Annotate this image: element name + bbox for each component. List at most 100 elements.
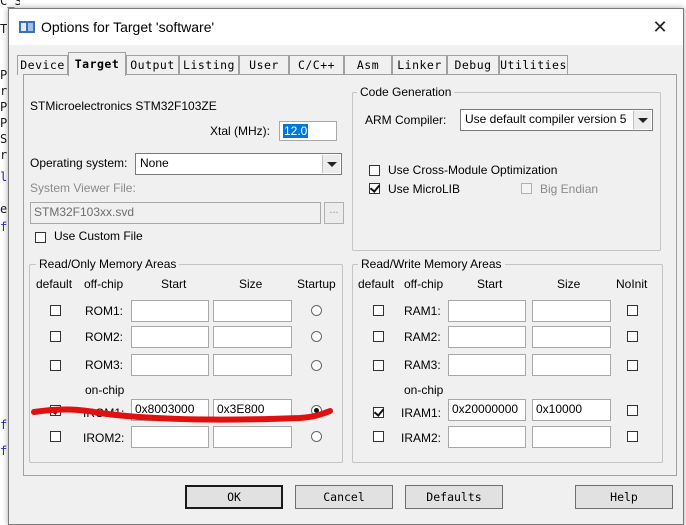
tab-device[interactable]: Device [17,55,68,75]
xtal-input[interactable]: 12.0 [279,121,337,141]
ram1-default-checkbox[interactable] [373,305,384,316]
ram1-size-input[interactable] [532,300,611,322]
ram2-noinit-checkbox[interactable] [627,331,638,342]
rom2-size-input[interactable] [213,326,292,348]
chevron-down-icon [322,155,340,173]
os-select[interactable]: None [135,153,342,175]
irom1-label: IROM1: [83,406,125,420]
rom1-startup-radio[interactable] [311,305,322,316]
rom3-size-input[interactable] [213,354,292,376]
ram-col-start: Start [477,277,503,291]
tab-user[interactable]: User [239,55,289,75]
iram1-default-checkbox[interactable] [373,407,384,418]
code-char: P [0,100,8,114]
defaults-button[interactable]: Defaults [405,485,503,509]
irom2-start-input[interactable] [131,426,209,448]
rom-col-offchip: off-chip [84,277,124,291]
irom1-size-input[interactable]: 0x3E800 [213,399,292,421]
tab-listing[interactable]: Listing [179,55,239,75]
code-char: f [0,418,8,432]
iram1-start-input[interactable]: 0x20000000 [448,399,526,421]
rom1-size-input[interactable] [213,300,292,322]
ram2-size-input[interactable] [532,326,611,348]
compiler-label: ARM Compiler: [365,113,447,127]
microlib-label: Use MicroLIB [388,182,461,196]
rom2-default-checkbox[interactable] [50,331,61,342]
use-custom-file-checkbox[interactable] [35,232,46,243]
browse-button[interactable]: ... [324,202,344,224]
ram3-size-input[interactable] [532,354,611,376]
rom-group-title: Read/Only Memory Areas [36,257,180,271]
iram2-start-input[interactable] [448,426,526,448]
ram1-noinit-checkbox[interactable] [627,305,638,316]
irom1-start-input[interactable]: 0x8003000 [131,399,209,421]
ram-col-noinit: NoInit [616,277,648,291]
iram2-default-checkbox[interactable] [373,431,384,442]
microlib-checkbox[interactable] [369,183,380,194]
rom3-startup-radio[interactable] [311,360,322,371]
ram1-label: RAM1: [404,304,441,318]
code-generation-title: Code Generation [357,85,455,99]
ram-col-default: default [358,277,395,291]
device-name: STMicroelectronics STM32F103ZE [30,99,217,113]
iram1-size-input[interactable]: 0x10000 [532,399,611,421]
compiler-value: Use default compiler version 5 [465,112,627,126]
tab-utilities[interactable]: Utilities [499,55,568,75]
irom1-startup-radio[interactable] [311,405,322,416]
rom2-label: ROM2: [85,330,124,344]
ram-group-title: Read/Write Memory Areas [358,257,505,271]
ok-button[interactable]: OK [185,485,283,509]
cancel-button[interactable]: Cancel [295,485,393,509]
rom1-label: ROM1: [85,304,124,318]
ram2-start-input[interactable] [448,326,526,348]
irom1-default-checkbox[interactable] [50,405,61,416]
rom2-start-input[interactable] [131,326,209,348]
irom2-startup-radio[interactable] [311,431,322,442]
ram1-start-input[interactable] [448,300,526,322]
rom3-default-checkbox[interactable] [50,360,61,371]
iram2-noinit-checkbox[interactable] [627,431,638,442]
cross-module-checkbox[interactable] [369,165,380,176]
xtal-label: Xtal (MHz): [210,124,270,138]
svf-input[interactable]: STM32F103xx.svd [30,202,321,224]
tab-asm[interactable]: Asm [344,55,392,75]
tab-output[interactable]: Output [126,55,179,75]
rom-col-size: Size [239,277,263,291]
options-dialog: Options for Target 'software' ✕ Device T… [8,8,684,525]
rom-onchip-label: on-chip [85,383,125,397]
rom2-startup-radio[interactable] [311,331,322,342]
tab-cpp[interactable]: C/C++ [289,55,344,75]
big-endian-checkbox[interactable] [521,183,532,194]
code-char: f [0,444,8,458]
ram3-noinit-checkbox[interactable] [627,360,638,371]
ram3-start-input[interactable] [448,354,526,376]
rom1-start-input[interactable] [131,300,209,322]
ram2-default-checkbox[interactable] [373,331,384,342]
os-label: Operating system: [30,156,128,170]
code-char: f [0,220,8,234]
compiler-select[interactable]: Use default compiler version 5 [460,109,653,131]
tab-debug[interactable]: Debug [447,55,499,75]
title-bar[interactable]: Options for Target 'software' ✕ [9,9,683,45]
ram-col-size: Size [557,277,581,291]
ram-col-offchip: off-chip [404,277,444,291]
code-char: r [0,84,8,98]
close-icon[interactable]: ✕ [637,9,683,45]
ram3-default-checkbox[interactable] [373,360,384,371]
ram2-label: RAM2: [404,330,441,344]
ram-onchip-label: on-chip [404,383,444,397]
rom3-label: ROM3: [85,358,124,372]
rom3-start-input[interactable] [131,354,209,376]
rom-col-startup: Startup [297,277,336,291]
help-button[interactable]: Help [575,485,673,509]
irom2-size-input[interactable] [213,426,292,448]
tab-linker[interactable]: Linker [392,55,447,75]
tab-target[interactable]: Target [68,52,126,76]
iram2-size-input[interactable] [532,426,611,448]
rom1-default-checkbox[interactable] [50,305,61,316]
code-char: e [0,202,8,216]
svf-label: System Viewer File: [30,181,136,195]
irom2-default-checkbox[interactable] [50,431,61,442]
iram1-noinit-checkbox[interactable] [627,405,638,416]
use-custom-file-label: Use Custom File [54,229,143,243]
